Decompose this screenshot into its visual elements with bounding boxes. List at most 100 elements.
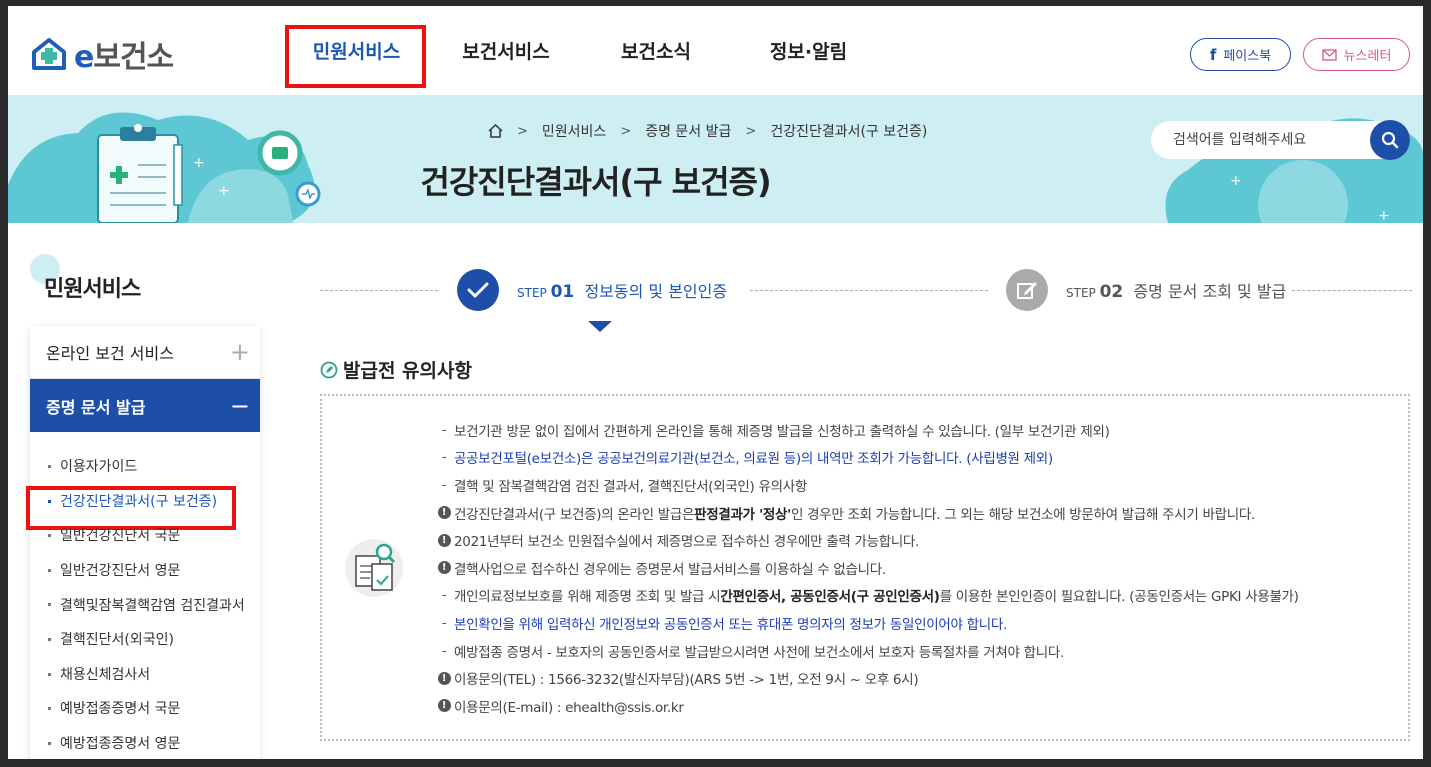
mail-icon xyxy=(1321,48,1337,61)
notice-item: - 결핵 및 잠복결핵감염 검진 결과서, 결핵진단서(외국인) 유의사항 xyxy=(434,471,1299,499)
sub-item-tb-foreigner[interactable]: 결핵진단서(외국인) xyxy=(30,622,260,657)
dash-marker: - xyxy=(441,642,447,659)
search-button[interactable] xyxy=(1370,120,1410,160)
facebook-icon: f xyxy=(1209,45,1217,64)
logo-text: 보건소 xyxy=(93,40,174,75)
search-box xyxy=(1151,120,1410,160)
breadcrumb-item[interactable]: 건강진단결과서(구 보건증) xyxy=(770,121,927,141)
notice-item: ! 이용문의(TEL) : 1566-3232(발신자부담)(ARS 5번 -> … xyxy=(434,664,1299,692)
exclamation-icon: ! xyxy=(434,506,454,520)
nav-info-notice[interactable]: 정보·알림 xyxy=(726,6,891,95)
page-title: 건강진단결과서(구 보건증) xyxy=(420,163,771,201)
notice-text: 보건기관 방문 없이 집에서 간편하게 온라인을 통해 제증명 발급을 신청하고… xyxy=(454,423,1110,440)
notice-text: 본인확인을 위해 입력하신 개인정보와 공동인증서 또는 휴대폰 명의자의 정보… xyxy=(454,616,1007,633)
sub-item-label: 예방접종증명서 국문 xyxy=(60,701,181,718)
chevron-down-icon xyxy=(588,321,612,332)
sub-item-vaccination-korean[interactable]: 예방접종증명서 국문 xyxy=(30,691,260,726)
sub-item-label: 이용자가이드 xyxy=(60,459,138,476)
sidebar-item-certificate[interactable]: 증명 문서 발급 − xyxy=(30,379,260,432)
highlight-box xyxy=(285,25,426,88)
pencil-circle-icon xyxy=(320,361,338,378)
step-number: 02 xyxy=(1099,282,1124,302)
nav-civil-service[interactable]: 민원서비스 xyxy=(285,6,426,95)
chevron-right-icon: > xyxy=(620,123,632,139)
exclamation-icon: ! xyxy=(434,561,454,575)
breadcrumb-item[interactable]: 민원서비스 xyxy=(542,121,606,141)
exclamation-icon: ! xyxy=(434,533,454,547)
step-check-icon xyxy=(457,269,499,311)
dash-marker: - xyxy=(441,587,447,604)
sub-menu-list: 이용자가이드 건강진단결과서(구 보건증) 일반건강진단서 국문 일반건강진단서… xyxy=(26,432,260,759)
breadcrumb: > 민원서비스 > 증명 문서 발급 > 건강진단결과서(구 보건증) xyxy=(488,121,927,141)
notice-box: - 보건기관 방문 없이 집에서 간편하게 온라인을 통해 제증명 발급을 신청하… xyxy=(320,394,1410,741)
divider xyxy=(1292,290,1412,291)
sub-item-general-english[interactable]: 일반건강진단서 영문 xyxy=(30,553,260,588)
main-nav: 민원서비스 보건서비스 보건소식 정보·알림 xyxy=(285,6,891,95)
notice-text: 공공보건포털(e보건소)은 공공보건의료기관(보건소, 의료원 등)의 내역만 … xyxy=(454,451,1053,468)
notice-list: - 보건기관 방문 없이 집에서 간편하게 온라인을 통해 제증명 발급을 신청하… xyxy=(434,416,1299,720)
sidebar-menu: 온라인 보건 서비스 + 증명 문서 발급 − 이용자가이드 건강진단결과서(구… xyxy=(26,326,260,759)
sidebar-item-online-health[interactable]: 온라인 보건 서비스 + xyxy=(30,326,260,379)
nav-label: 정보·알림 xyxy=(769,41,848,63)
notice-text: 인 경우만 조회 가능합니다. 그 외는 해당 보건소에 방문하여 발급해 주시… xyxy=(790,506,1255,523)
document-search-icon xyxy=(345,539,403,597)
sidebar-title: 민원서비스 xyxy=(44,277,141,302)
nav-label: 보건서비스 xyxy=(462,41,550,63)
dash-marker: - xyxy=(441,449,447,466)
sub-item-general-korean[interactable]: 일반건강진단서 국문 xyxy=(30,518,260,553)
notice-item: ! 결핵사업으로 접수하신 경우에는 증명문서 발급서비스를 이용하실 수 없습니… xyxy=(434,554,1299,582)
exclamation-icon: ! xyxy=(434,671,454,685)
svg-text:+: + xyxy=(1378,208,1390,223)
sub-item-vaccination-english[interactable]: 예방접종증명서 영문 xyxy=(30,726,260,759)
chevron-right-icon: > xyxy=(745,123,757,139)
search-icon xyxy=(1381,131,1399,149)
step-02-label: STEP 02 증명 문서 조회 및 발급 xyxy=(1066,278,1286,302)
dash-marker: - xyxy=(441,421,447,438)
step-01-label: STEP 01 정보동의 및 본인인증 xyxy=(517,278,727,302)
notice-item: - 예방접종 증명서 - 보호자의 공동인증서로 발급받으시려면 사전에 보건소에… xyxy=(434,637,1299,665)
notice-text: 결핵 및 잠복결핵감염 검진 결과서, 결핵진단서(외국인) 유의사항 xyxy=(454,478,807,495)
step-edit-icon xyxy=(1006,269,1048,311)
notice-item: - 보건기관 방문 없이 집에서 간편하게 온라인을 통해 제증명 발급을 신청하… xyxy=(434,416,1299,444)
divider xyxy=(750,290,988,291)
nav-health-service[interactable]: 보건서비스 xyxy=(426,6,586,95)
logo-prefix: e xyxy=(74,40,94,75)
notice-text: 건강진단결과서(구 보건증)의 온라인 발급은 xyxy=(454,506,695,523)
notice-text: 결핵사업으로 접수하신 경우에는 증명문서 발급서비스를 이용하실 수 없습니다… xyxy=(454,561,886,578)
notice-text: 2021년부터 보건소 민원접수실에서 제증명으로 접수하신 경우에만 출력 가… xyxy=(454,534,920,551)
menu-label: 증명 문서 발급 xyxy=(46,397,146,417)
step-title: 증명 문서 조회 및 발급 xyxy=(1133,282,1287,301)
notice-item: ! 2021년부터 보건소 민원접수실에서 제증명으로 접수하신 경우에만 출력 … xyxy=(434,526,1299,554)
sub-item-employment-exam[interactable]: 채용신체검사서 xyxy=(30,657,260,692)
newsletter-label: 뉴스레터 xyxy=(1343,49,1392,64)
facebook-button[interactable]: f 페이스북 xyxy=(1190,38,1291,71)
sub-item-health-certificate[interactable]: 건강진단결과서(구 보건증) xyxy=(26,484,260,530)
newsletter-button[interactable]: 뉴스레터 xyxy=(1303,38,1410,71)
sub-item-user-guide[interactable]: 이용자가이드 xyxy=(30,449,260,484)
sub-item-tb-result[interactable]: 결핵및잠복결핵감염 검진결과서 xyxy=(30,587,260,622)
breadcrumb-item[interactable]: 증명 문서 발급 xyxy=(645,121,731,141)
site-logo[interactable]: e보건소 xyxy=(30,32,174,76)
chevron-right-icon: > xyxy=(517,123,528,139)
notice-text: 개인의료정보보호를 위해 제증명 조회 및 발급 시 xyxy=(454,589,721,606)
browser-page: e보건소 민원서비스 보건서비스 보건소식 정보·알림 f 페이스북 뉴스레터 xyxy=(8,6,1423,759)
step-prefix: STEP xyxy=(1066,286,1096,300)
sub-item-label: 채용신체검사서 xyxy=(60,666,151,683)
sub-item-label: 결핵및잠복결핵감염 검진결과서 xyxy=(60,597,245,614)
step-title: 정보동의 및 본인인증 xyxy=(584,282,728,301)
sub-item-label: 일반건강진단서 국문 xyxy=(60,528,181,545)
notice-title: 발급전 유의사항 xyxy=(343,360,472,382)
exclamation-icon: ! xyxy=(434,699,454,713)
logo-house-icon xyxy=(32,38,66,70)
notice-text: 이용문의(TEL) : 1566-3232(발신자부담)(ARS 5번 -> 1… xyxy=(454,672,919,689)
nav-health-news[interactable]: 보건소식 xyxy=(586,6,726,95)
page-banner: + + + + > 민원서비스 > 증명 문서 발급 > 건강진단결과서(구 보… xyxy=(8,95,1423,223)
search-input[interactable] xyxy=(1173,121,1363,159)
home-icon[interactable] xyxy=(488,124,503,138)
dash-marker: - xyxy=(441,476,447,493)
notice-emphasis: 간편인증서, 공동인증서(구 공인인증서) xyxy=(720,589,940,606)
notice-heading: 발급전 유의사항 xyxy=(320,356,472,383)
notice-emphasis: 판정결과가 '정상' xyxy=(694,506,791,523)
plus-icon: + xyxy=(229,338,250,366)
notice-item: ! 건강진단결과서(구 보건증)의 온라인 발급은 판정결과가 '정상' 인 경우만… xyxy=(434,499,1299,527)
